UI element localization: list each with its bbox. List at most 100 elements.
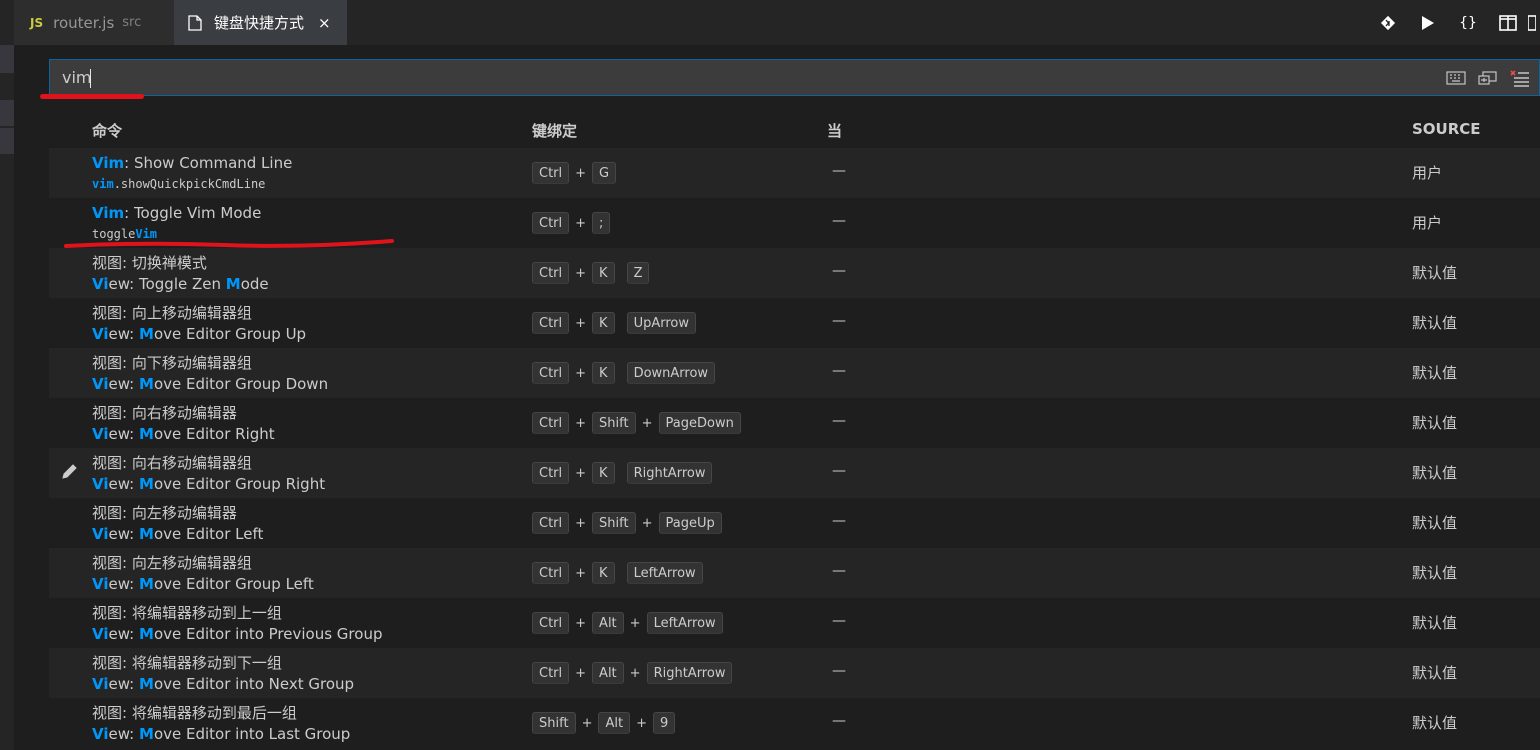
column-header-command[interactable]: 命令 <box>92 120 122 141</box>
key-separator: + <box>575 365 587 381</box>
match-highlight: Vim <box>92 154 125 172</box>
key-separator: + <box>575 515 587 531</box>
when-cell: — <box>832 463 846 479</box>
column-header-keybinding[interactable]: 键绑定 <box>532 120 577 141</box>
keybinding-cell: Ctrl + K LeftArrow <box>532 562 703 584</box>
table-row[interactable]: 视图: 切换禅模式 View: Toggle Zen Mode Ctrl + K Z — 默认… <box>49 248 1540 298</box>
table-row[interactable]: 视图: 向右移动编辑器 View: Move Editor Right Ctrl + S… <box>49 398 1540 448</box>
more-actions-icon[interactable] <box>1528 0 1540 45</box>
table-row[interactable]: 视图: 将编辑器移动到最后一组 View: Move Editor into La… <box>49 698 1540 748</box>
key-cap: K <box>592 312 615 334</box>
key-cap: Ctrl <box>532 212 570 234</box>
command-id-text: ove Editor into Previous Group <box>153 625 383 643</box>
command-cell: 视图: 向上移动编辑器组 View: Move Editor Group Up <box>92 303 306 345</box>
column-header-source[interactable]: SOURCE <box>1412 120 1481 138</box>
command-id-text: ew: <box>108 625 139 643</box>
when-cell: — <box>832 213 846 229</box>
key-separator: + <box>629 665 641 681</box>
key-cap: Alt <box>598 712 631 734</box>
command-id-text: ew: <box>108 675 139 693</box>
tab-keyboard-shortcuts[interactable]: 键盘快捷方式 × <box>174 0 348 45</box>
key-cap: LeftArrow <box>646 612 723 634</box>
source-cell: 默认值 <box>1412 564 1458 582</box>
source-cell: 默认值 <box>1412 714 1458 732</box>
command-id-text: ew: <box>108 475 139 493</box>
table-row[interactable]: 视图: 向下移动编辑器组 View: Move Editor Group Down… <box>49 348 1540 398</box>
tab-router-js[interactable]: JS router.js src <box>14 0 174 45</box>
search-input[interactable] <box>50 60 1430 95</box>
command-id-text: ew: <box>108 575 139 593</box>
edit-pencil-icon[interactable] <box>61 462 79 480</box>
when-cell: — <box>832 713 846 729</box>
key-cap: Ctrl <box>532 462 570 484</box>
command-id: toggleVim <box>92 224 261 245</box>
match-highlight: M <box>225 275 241 293</box>
match-highlight: Vim <box>135 227 158 241</box>
keybinding-cell: Shift + Alt +9 <box>532 712 676 734</box>
key-cap: PageDown <box>658 412 741 434</box>
split-editor-icon[interactable] <box>1488 0 1528 45</box>
clear-filter-icon[interactable] <box>1509 67 1531 89</box>
command-id: View: Move Editor into Next Group <box>92 674 354 695</box>
command-id: View: Toggle Zen Mode <box>92 274 269 295</box>
key-separator: + <box>629 615 641 631</box>
table-row[interactable]: 视图: 将编辑器移动到下一组 View: Move Editor into Nex… <box>49 648 1540 698</box>
table-row[interactable]: 视图: 将编辑器移动到上一组 View: Move Editor into Pre… <box>49 598 1540 648</box>
key-separator: + <box>636 715 647 731</box>
command-title: 视图: 将编辑器移动到最后一组 <box>92 704 297 722</box>
command-title-text: : Show Command Line <box>124 154 293 172</box>
match-highlight: vim <box>92 177 114 191</box>
strip-segment <box>0 45 14 73</box>
match-highlight: M <box>139 425 154 443</box>
match-highlight: M <box>139 525 154 543</box>
table-row[interactable]: Vim: Toggle Vim Mode toggleVim Ctrl +; — 用户 <box>49 198 1540 248</box>
key-cap: PageUp <box>658 512 722 534</box>
table-row[interactable]: 视图: 向上移动编辑器组 View: Move Editor Group Up Ct… <box>49 298 1540 348</box>
command-cell: 视图: 切换禅模式 View: Toggle Zen Mode <box>92 253 269 295</box>
command-cell: 视图: 向右移动编辑器组 View: Move Editor Group Righ… <box>92 453 325 495</box>
match-highlight: M <box>139 575 154 593</box>
command-title-text: : Toggle Vim Mode <box>124 204 262 222</box>
braces-icon[interactable]: {} <box>1448 0 1488 45</box>
key-separator: + <box>641 515 653 531</box>
table-row[interactable]: 视图: 向右移动编辑器组 View: Move Editor Group Righ… <box>49 448 1540 498</box>
tab-label: 键盘快捷方式 <box>214 14 305 32</box>
column-header-when[interactable]: 当 <box>827 120 842 141</box>
match-highlight: M <box>139 325 154 343</box>
command-id: View: Move Editor Group Left <box>92 574 314 595</box>
command-id: vim.showQuickpickCmdLine <box>92 174 292 195</box>
git-compare-icon[interactable] <box>1368 0 1408 45</box>
key-cap: Ctrl <box>532 362 570 384</box>
close-icon[interactable]: × <box>318 14 331 32</box>
command-cell: 视图: 向左移动编辑器组 View: Move Editor Group Left <box>92 553 314 595</box>
source-cell: 默认值 <box>1412 664 1458 682</box>
key-cap: Ctrl <box>532 412 570 434</box>
command-id-text: ove Editor Group Down <box>153 375 329 393</box>
match-highlight: Vi <box>92 375 109 393</box>
key-cap: Ctrl <box>532 562 570 584</box>
command-id-text: ove Editor Group Right <box>153 475 326 493</box>
tab-bar: JS router.js src 键盘快捷方式 × <box>14 0 1540 45</box>
keyboard-icon[interactable] <box>1445 67 1467 89</box>
table-row[interactable]: 视图: 向左移动编辑器 View: Move Editor Left Ctrl + Sh… <box>49 498 1540 548</box>
key-separator: + <box>575 615 587 631</box>
command-id-text: ove Editor Group Left <box>153 575 314 593</box>
keybinding-cell: Ctrl + Shift + PageDown <box>532 412 741 434</box>
search-actions <box>1445 60 1531 95</box>
keybinding-cell: Ctrl + K Z <box>532 262 650 284</box>
command-id-text: ove Editor Left <box>153 525 264 543</box>
table-row[interactable]: 视图: 向左移动编辑器组 View: Move Editor Group Left… <box>49 548 1540 598</box>
match-highlight: Vi <box>92 525 109 543</box>
command-id: View: Move Editor Group Down <box>92 374 328 395</box>
source-cell: 默认值 <box>1412 514 1458 532</box>
sort-by-precedence-icon[interactable] <box>1477 67 1499 89</box>
source-cell: 默认值 <box>1412 414 1458 432</box>
annotation-underline <box>40 94 144 99</box>
when-cell: — <box>832 613 846 629</box>
run-icon[interactable] <box>1408 0 1448 45</box>
key-separator: + <box>575 465 587 481</box>
when-cell: — <box>832 563 846 579</box>
keybinding-cell: Ctrl + K UpArrow <box>532 312 696 334</box>
key-cap: Ctrl <box>532 512 570 534</box>
table-row[interactable]: Vim: Show Command Line vim.showQuickpickC… <box>49 148 1540 198</box>
